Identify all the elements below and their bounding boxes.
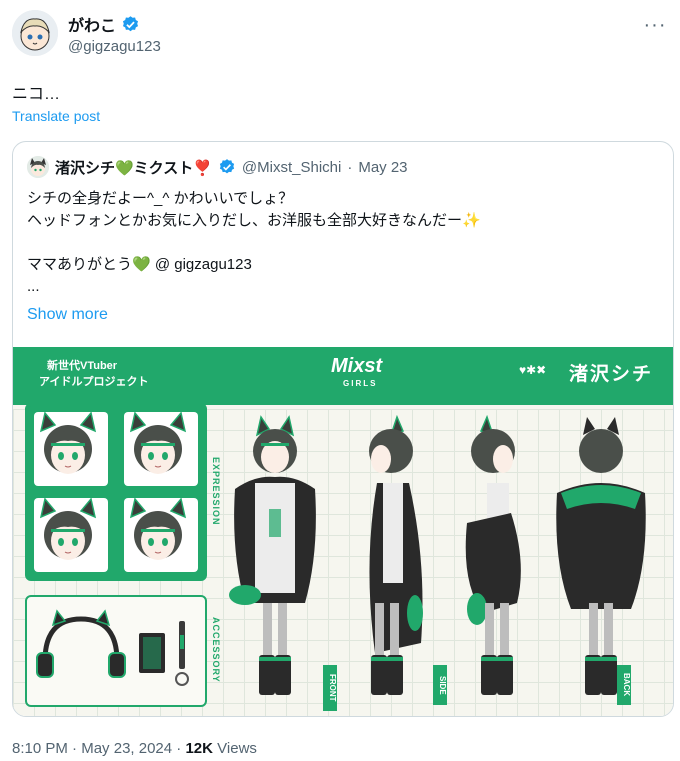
- author-name-row[interactable]: がわこ: [68, 12, 140, 36]
- author-handle[interactable]: @gigzagu123: [68, 38, 161, 55]
- back-label: BACK: [617, 665, 631, 705]
- front-label: FRONT: [323, 665, 337, 711]
- banner-logo: Mixst: [331, 355, 383, 377]
- meta-separator-1: ·: [72, 740, 78, 757]
- translate-post-link[interactable]: Translate post: [12, 108, 100, 124]
- quoted-tweet-card[interactable]: 渚沢シチ💚ミクスト❣️ @Mixst_Shichi · May 23 シチの全身…: [12, 141, 674, 717]
- character-sheet-image[interactable]: 新世代VTuber アイドルプロジェクト Mixst GIRLS ♥✱✖ 渚沢シ…: [13, 347, 673, 716]
- views-label: Views: [217, 740, 257, 757]
- quoted-line-2: ヘッドフォンとかお気に入りだし、お洋服も全部大好きなんだー✨: [27, 212, 481, 229]
- side-label: SIDE: [433, 665, 447, 705]
- quoted-separator: ·: [347, 158, 353, 176]
- expression-faces-drawing: [39, 411, 186, 561]
- quoted-avatar[interactable]: [27, 156, 49, 178]
- banner-logo-sub: GIRLS: [343, 379, 378, 388]
- verified-badge-icon: [122, 15, 139, 31]
- tweet-text: ニコ…: [12, 86, 61, 103]
- quoted-verified-badge-icon: [219, 159, 235, 174]
- post-date[interactable]: May 23, 2024: [81, 740, 172, 757]
- post-meta: 8:10 PM · May 23, 2024 · 12K Views: [12, 740, 257, 757]
- quoted-name[interactable]: 渚沢シチ💚ミクスト❣️: [55, 157, 212, 178]
- show-more-link[interactable]: Show more: [27, 306, 108, 324]
- meta-separator-2: ·: [176, 740, 182, 757]
- quoted-line-5: ...: [27, 278, 40, 295]
- views-count: 12K: [185, 740, 213, 757]
- quoted-handle[interactable]: @Mixst_Shichi: [242, 159, 341, 176]
- quoted-text: シチの全身だよー^_^ かわいいでしょ？ ヘッドフォンとかお気に入りだし、お洋服…: [27, 188, 657, 298]
- quoted-line-1: シチの全身だよー^_^ かわいいでしょ？: [27, 190, 294, 207]
- banner-marks: ♥✱✖: [519, 363, 547, 377]
- author-avatar[interactable]: [12, 10, 58, 56]
- quoted-header: 渚沢シチ💚ミクスト❣️ @Mixst_Shichi · May 23: [27, 156, 408, 178]
- expression-label: EXPRESSION: [211, 457, 221, 526]
- accessories-drawing: [36, 609, 189, 686]
- accessory-label: ACCESSORY: [211, 617, 221, 683]
- banner-subtitle-1: 新世代VTuber: [47, 360, 118, 372]
- character-views-drawing: [229, 414, 646, 695]
- banner-name: 渚沢シチ: [569, 364, 654, 385]
- quoted-date[interactable]: May 23: [358, 159, 407, 176]
- post-time[interactable]: 8:10 PM: [12, 740, 68, 757]
- banner-subtitle-2: アイドルプロジェクト: [39, 376, 149, 388]
- quoted-line-3: [27, 232, 657, 254]
- more-options-icon[interactable]: ···: [644, 14, 666, 36]
- author-name[interactable]: がわこ: [68, 12, 116, 36]
- artwork-banner: 新世代VTuber アイドルプロジェクト Mixst GIRLS ♥✱✖ 渚沢シ…: [13, 347, 673, 405]
- quoted-line-4: ママありがとう💚 @ gigzagu123: [27, 256, 252, 273]
